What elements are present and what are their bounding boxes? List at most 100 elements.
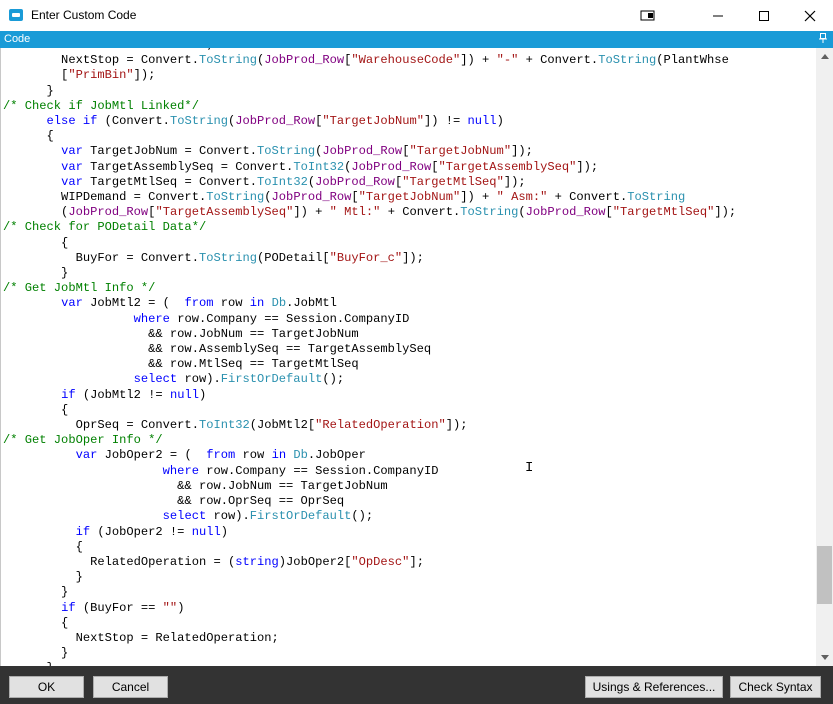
code-token: "": [162, 600, 178, 615]
code-token: "TargetAssemblySeq": [155, 205, 294, 220]
code-token: null: [191, 524, 221, 539]
code-token: row: [235, 448, 272, 463]
code-token: "TargetMtlSeq": [612, 205, 715, 220]
code-token: ();: [351, 509, 374, 524]
code-token: {: [3, 402, 69, 417]
scroll-thumb[interactable]: [817, 546, 832, 604]
code-token: JobProd_Row: [525, 205, 606, 220]
code-token: ]);: [402, 250, 424, 265]
app-icon: [9, 9, 23, 21]
code-token: ToString: [460, 205, 519, 220]
code-token: where: [133, 311, 170, 326]
code-token: " Asm:": [496, 190, 548, 205]
code-token: && row.MtlSeq == TargetMtlSeq: [3, 357, 359, 372]
code-token: ]);: [511, 144, 533, 159]
code-token: && row.JobNum == TargetJobNum: [3, 478, 388, 493]
code-token: JobProd_Row: [264, 53, 345, 68]
code-token: }: [3, 83, 54, 98]
code-token: var: [61, 296, 83, 311]
code-token: var: [61, 144, 83, 159]
code-token: "TargetJobNum": [358, 190, 461, 205]
code-token: JobProd_Row: [271, 190, 352, 205]
code-token: null: [467, 114, 497, 129]
code-token: ];: [409, 554, 424, 569]
code-token: {: [3, 539, 83, 554]
pin-icon[interactable]: [819, 33, 827, 46]
ok-button[interactable]: OK: [9, 676, 84, 698]
code-token: "WarehouseCode": [351, 53, 461, 68]
code-token: select: [162, 509, 207, 524]
code-token: ): [177, 600, 185, 615]
code-token: JobProd_Row: [68, 205, 149, 220]
code-token: Db: [271, 296, 287, 311]
code-token: "TargetJobNum": [409, 144, 512, 159]
code-token: ToString: [198, 53, 258, 68]
code-token: JobProd_Row: [351, 159, 432, 174]
code-token: }: [3, 570, 83, 585]
restore-layout-icon[interactable]: [625, 0, 671, 31]
code-token: WIPDemand = Convert.: [3, 190, 207, 205]
code-token: where: [162, 463, 199, 478]
scroll-down-arrow-icon[interactable]: [816, 649, 833, 666]
vertical-scrollbar[interactable]: [816, 48, 833, 666]
code-token: (: [3, 205, 69, 220]
code-token: )JobOper2[: [278, 554, 352, 569]
code-token: (BuyFor ==: [75, 600, 163, 615]
code-token: ToString: [627, 190, 686, 205]
code-token: FirstOrDefault: [220, 372, 323, 387]
code-token: ]);: [445, 418, 468, 433]
code-token: {: [3, 129, 54, 144]
code-token: ToString: [198, 250, 258, 265]
code-token: TargetAssemblySeq = Convert.: [82, 159, 294, 174]
code-token: TargetMtlSeq = Convert.: [82, 174, 258, 189]
code-token: row).: [206, 509, 250, 524]
code-token: (: [264, 190, 272, 205]
code-token: JobProd_Row: [322, 144, 403, 159]
code-token: [: [3, 68, 69, 83]
code-editor[interactable]: ReceivedTo = "Stock"; NextStop = Convert…: [0, 48, 817, 666]
code-token: OprSeq = Convert.: [3, 418, 199, 433]
usings-references-button[interactable]: Usings & References...: [585, 676, 723, 698]
close-button[interactable]: [787, 0, 833, 31]
code-token: [: [431, 159, 439, 174]
code-token: ]);: [576, 159, 599, 174]
title-bar: Enter Custom Code: [0, 0, 833, 31]
code-token: }: [3, 646, 69, 661]
code-panel-header: Code: [0, 31, 833, 48]
code-token: if: [75, 524, 91, 539]
code-token: .JobMtl: [286, 296, 337, 311]
code-token: ToInt32: [293, 159, 345, 174]
maximize-button[interactable]: [741, 0, 787, 31]
code-text[interactable]: ReceivedTo = "Stock"; NextStop = Convert…: [3, 48, 736, 666]
code-token: from: [184, 296, 214, 311]
code-token: "OpDesc": [351, 554, 410, 569]
code-token: + Convert.: [547, 190, 628, 205]
window-title: Enter Custom Code: [31, 8, 137, 22]
code-token: "TargetMtlSeq": [402, 174, 504, 189]
code-token: (JobMtl2 !=: [75, 387, 170, 402]
scroll-up-arrow-icon[interactable]: [816, 48, 833, 65]
code-token: select: [133, 372, 178, 387]
code-token: (PlantWhse: [656, 53, 729, 68]
code-token: (: [518, 205, 526, 220]
code-token: /* Get JobOper Info */: [3, 433, 163, 448]
code-token: var: [61, 159, 83, 174]
minimize-button[interactable]: [695, 0, 741, 31]
code-token: ReceivedTo = "Stock";: [3, 48, 213, 52]
cancel-button[interactable]: Cancel: [93, 676, 168, 698]
code-token: ToInt32: [257, 174, 308, 189]
check-syntax-button[interactable]: Check Syntax: [730, 676, 821, 698]
code-token: ();: [322, 372, 345, 387]
code-panel-label: Code: [4, 33, 31, 45]
code-token: ToString: [257, 144, 316, 159]
code-token: var: [61, 174, 83, 189]
